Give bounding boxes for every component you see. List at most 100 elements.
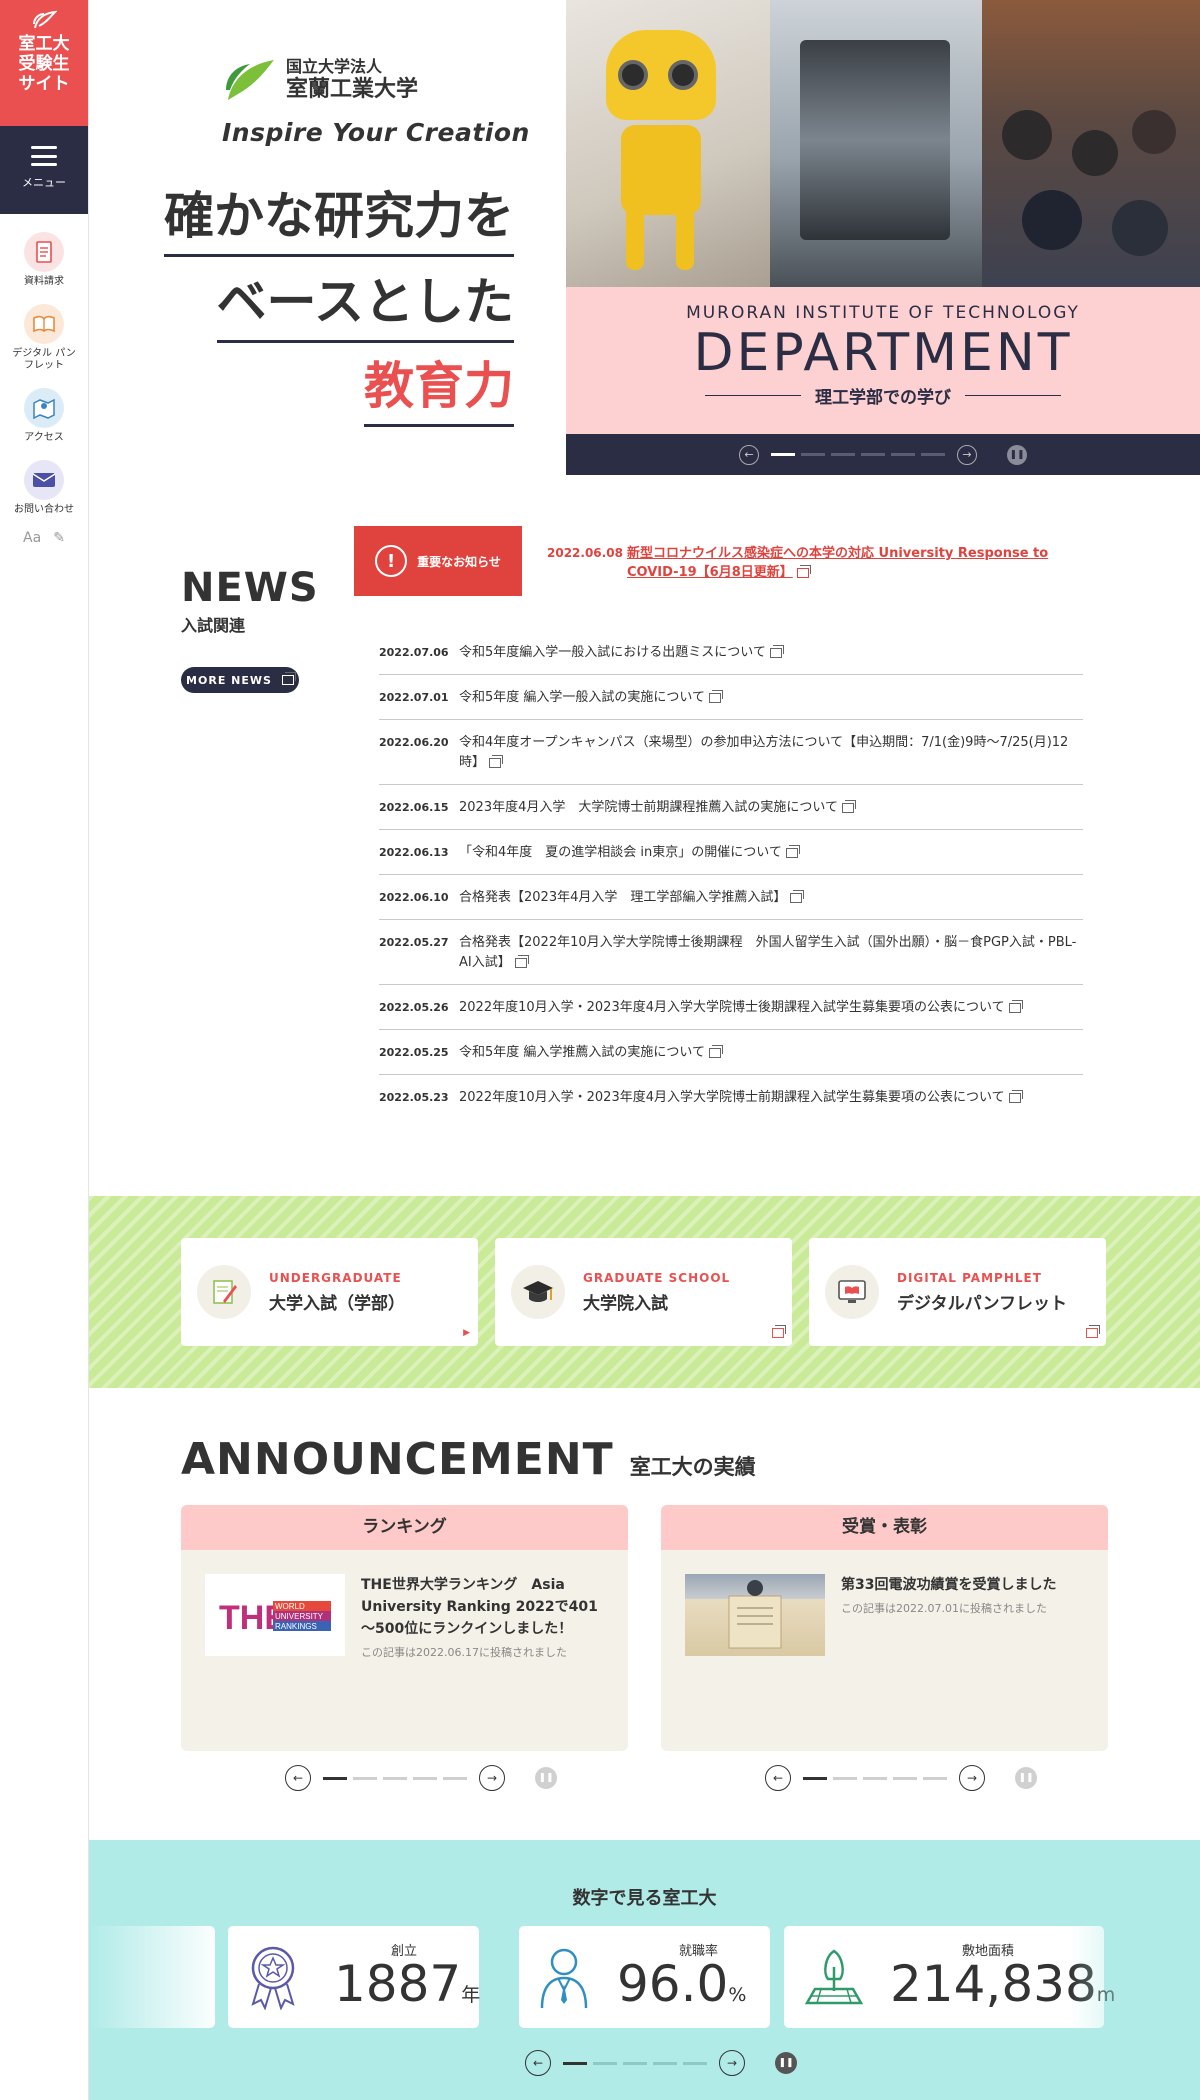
news-subtitle: 入試関連: [181, 616, 246, 635]
news-link[interactable]: 令和4年度オープンキャンパス（来場型）の参加申込方法について【申込期間：7/1(…: [459, 735, 1068, 770]
undergraduate-card[interactable]: UNDERGRADUATE 大学入試（学部） ▶: [181, 1238, 478, 1346]
numbers-section: 数字で見る室工大 創立 1887年 就職率 96.0% 敷地面積 214,838…: [89, 1840, 1200, 2100]
news-item[interactable]: 2022.06.10 合格発表【2023年4月入学 理工学部編入学推薦入試】: [379, 875, 1083, 920]
slider-dot[interactable]: [803, 1776, 827, 1780]
sidebar-item-access[interactable]: アクセス: [0, 388, 88, 444]
pause-icon[interactable]: ❚❚: [535, 1767, 557, 1789]
slider-dot[interactable]: [921, 453, 945, 456]
next-arrow-icon[interactable]: →: [957, 444, 977, 465]
news-link[interactable]: 2022年度10月入学・2023年度4月入学大学院博士前期課程入試学生募集要項の…: [459, 1090, 1005, 1105]
digital-pamphlet-card[interactable]: DIGITAL PAMPHLET デジタルパンフレット: [809, 1238, 1106, 1346]
important-news-item[interactable]: 2022.06.08 新型コロナウイルス感染症への本学の対応 Universit…: [547, 544, 1067, 582]
news-item[interactable]: 2022.06.15 2023年度4月入学 大学院博士前期課程推薦入試の実施につい…: [379, 785, 1083, 830]
slider-dot[interactable]: [891, 453, 915, 456]
slider-dot[interactable]: [623, 2061, 647, 2065]
external-window-icon: [772, 1325, 786, 1338]
slider-dot[interactable]: [413, 1776, 437, 1780]
important-badge-label: 重要なお知らせ: [417, 554, 501, 569]
important-news-date: 2022.06.08: [547, 546, 623, 560]
hero-photos: [566, 0, 1200, 287]
businessman-icon: [519, 1944, 609, 2010]
news-link[interactable]: 合格発表【2023年4月入学 理工学部編入学推薦入試】: [459, 890, 786, 905]
slider-dots: [771, 453, 945, 456]
external-window-icon: [1086, 1325, 1100, 1338]
announcement-title: ANNOUNCEMENT: [181, 1434, 614, 1485]
news-link[interactable]: 2023年度4月入学 大学院博士前期課程推薦入試の実施について: [459, 800, 838, 815]
news-item[interactable]: 2022.06.20 令和4年度オープンキャンパス（来場型）の参加申込方法について…: [379, 720, 1083, 785]
hero-slider-controls: ← → ❚❚: [566, 434, 1200, 475]
more-news-button[interactable]: MORE NEWS: [181, 667, 299, 693]
sidebar-item-document-request[interactable]: 資料請求: [0, 232, 88, 288]
next-arrow-icon[interactable]: →: [479, 1765, 505, 1791]
the-rankings-logo: THE WORLD UNIVERSITY RANKINGS: [205, 1574, 345, 1656]
color-tool-icon[interactable]: ✎: [53, 530, 65, 546]
slider-dot[interactable]: [923, 1776, 947, 1780]
slider-dot[interactable]: [893, 1776, 917, 1780]
news-link[interactable]: 令和5年度編入学一般入試における出題ミスについて: [459, 645, 766, 660]
news-item[interactable]: 2022.07.06 令和5年度編入学一般入試における出題ミスについて: [379, 630, 1083, 675]
ranking-article-title[interactable]: THE世界大学ランキング Asia University Ranking 202…: [361, 1574, 604, 1640]
slider-dot[interactable]: [861, 453, 885, 456]
slider-dot[interactable]: [443, 1776, 467, 1780]
leaf-logo-icon: [33, 10, 57, 29]
news-date: 2022.07.06: [379, 646, 449, 659]
department-banner-title: DEPARTMENT: [693, 323, 1073, 383]
prev-arrow-icon[interactable]: ←: [739, 444, 759, 465]
news-item[interactable]: 2022.05.27 合格発表【2022年10月入学大学院博士後期課程 外国人留学…: [379, 920, 1083, 985]
slider-dot[interactable]: [563, 2061, 587, 2065]
sidebar-item-digital-pamphlet[interactable]: デジタル パンフレット: [0, 304, 88, 372]
pause-icon[interactable]: ❚❚: [1007, 444, 1027, 465]
news-item[interactable]: 2022.06.13 「令和4年度 夏の進学相談会 in東京」の開催について: [379, 830, 1083, 875]
awards-article[interactable]: 第33回電波功績賞を受賞しました この記事は2022.07.01に投稿されました: [661, 1550, 1108, 1656]
more-news-label: MORE NEWS: [186, 673, 272, 687]
news-item[interactable]: 2022.05.25 令和5年度 編入学推薦入試の実施について: [379, 1030, 1083, 1075]
font-size-button[interactable]: Aa: [23, 530, 41, 546]
number-card-campus-area: 敷地面積 214,838m: [784, 1926, 1115, 2028]
slider-dot[interactable]: [771, 453, 795, 456]
sidebar-item-contact[interactable]: お問い合わせ: [0, 460, 88, 516]
slider-dot[interactable]: [653, 2061, 677, 2065]
news-link[interactable]: 「令和4年度 夏の進学相談会 in東京」の開催について: [459, 845, 782, 860]
ranking-article[interactable]: THE WORLD UNIVERSITY RANKINGS THE世界大学ランキ…: [181, 1550, 628, 1660]
slider-dot[interactable]: [683, 2061, 707, 2065]
slider-dot[interactable]: [831, 453, 855, 456]
graduate-school-card[interactable]: GRADUATE SCHOOL 大学院入試: [495, 1238, 792, 1346]
news-link[interactable]: 令和5年度 編入学推薦入試の実施について: [459, 1045, 705, 1060]
slider-dot[interactable]: [593, 2061, 617, 2065]
pause-icon[interactable]: ❚❚: [1015, 1767, 1037, 1789]
hero-slider[interactable]: MURORAN INSTITUTE OF TECHNOLOGY DEPARTME…: [566, 0, 1200, 475]
news-link[interactable]: 令和5年度 編入学一般入試の実施について: [459, 690, 705, 705]
pause-icon[interactable]: ❚❚: [775, 2052, 797, 2074]
slider-dot[interactable]: [323, 1776, 347, 1780]
slider-dot[interactable]: [383, 1776, 407, 1780]
department-banner[interactable]: MURORAN INSTITUTE OF TECHNOLOGY DEPARTME…: [566, 287, 1200, 434]
next-arrow-icon[interactable]: →: [959, 1765, 985, 1791]
slider-dot[interactable]: [801, 453, 825, 456]
department-banner-jp: 理工学部での学び: [566, 383, 1200, 408]
menu-button[interactable]: メニュー: [0, 126, 88, 214]
slider-dots: [803, 1776, 947, 1780]
news-item[interactable]: 2022.07.01 令和5年度 編入学一般入試の実施について: [379, 675, 1083, 720]
news-link[interactable]: 合格発表【2022年10月入学大学院博士後期課程 外国人留学生入試（国外出願）・…: [459, 935, 1076, 970]
news-date: 2022.06.20: [379, 736, 449, 749]
awards-article-title[interactable]: 第33回電波功績賞を受賞しました: [841, 1574, 1056, 1596]
news-item[interactable]: 2022.05.23 2022年度10月入学・2023年度4月入学大学院博士前期課…: [379, 1075, 1083, 1119]
award-certificate-photo: [685, 1574, 825, 1656]
slider-dot[interactable]: [863, 1776, 887, 1780]
important-news-link[interactable]: 新型コロナウイルス感染症への本学の対応 University Response …: [627, 546, 1048, 580]
slider-dot[interactable]: [833, 1776, 857, 1780]
slider-dot[interactable]: [353, 1776, 377, 1780]
next-arrow-icon[interactable]: →: [719, 2050, 745, 2076]
news-item[interactable]: 2022.05.26 2022年度10月入学・2023年度4月入学大学院博士後期課…: [379, 985, 1083, 1030]
prev-arrow-icon[interactable]: ←: [525, 2050, 551, 2076]
site-brand-link[interactable]: 室工大 受験生 サイト: [0, 0, 88, 126]
important-notice-badge: ! 重要なお知らせ: [354, 526, 522, 596]
news-date: 2022.06.15: [379, 801, 449, 814]
news-date: 2022.05.23: [379, 1091, 449, 1104]
university-logo[interactable]: 国立大学法人 室蘭工業大学: [222, 56, 418, 104]
awards-box-heading: 受賞・表彰: [661, 1505, 1108, 1550]
news-link[interactable]: 2022年度10月入学・2023年度4月入学大学院博士後期課程入試学生募集要項の…: [459, 1000, 1005, 1015]
prev-arrow-icon[interactable]: ←: [285, 1765, 311, 1791]
news-title: NEWS: [181, 565, 319, 611]
prev-arrow-icon[interactable]: ←: [765, 1765, 791, 1791]
